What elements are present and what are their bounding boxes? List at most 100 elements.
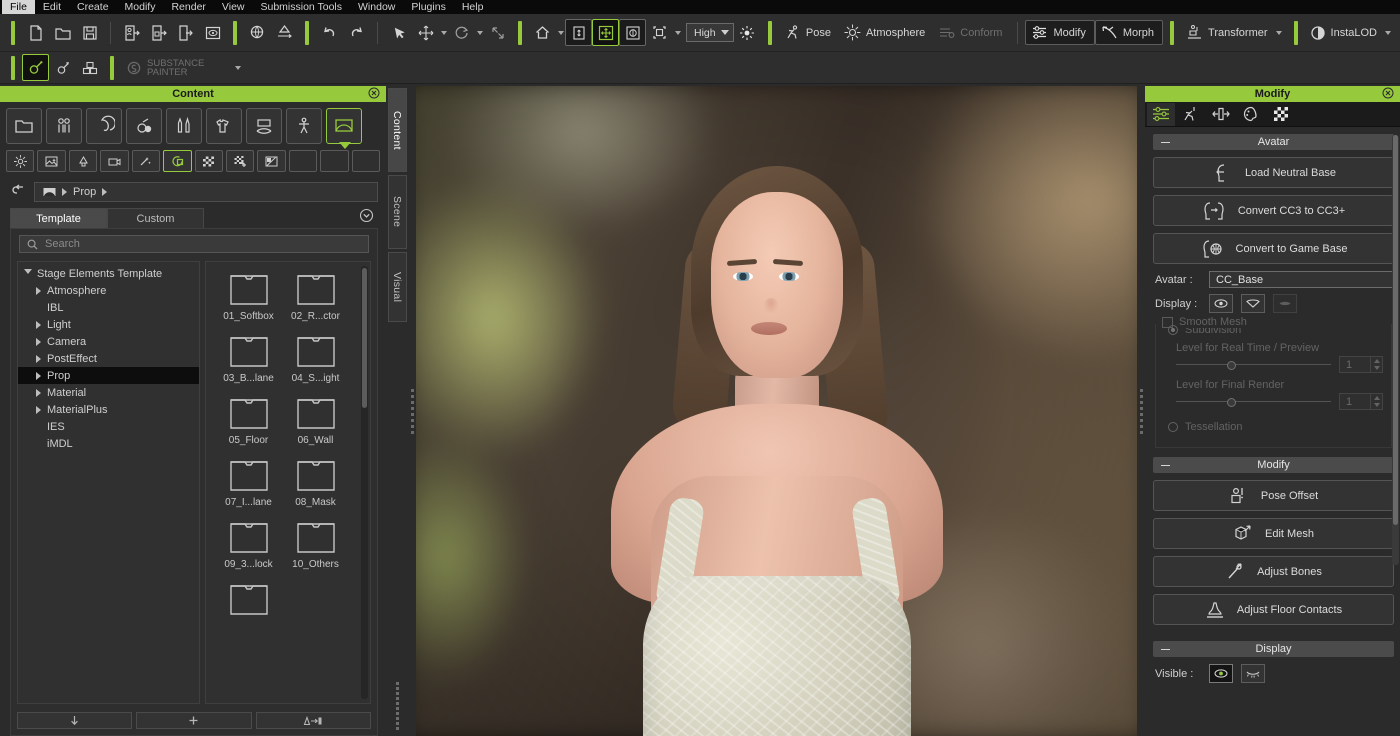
tab-custom[interactable]: Custom: [107, 208, 204, 228]
chevron-down-icon[interactable]: [1384, 28, 1392, 38]
move-gizmo-icon[interactable]: [592, 19, 619, 46]
tree-node[interactable]: Atmosphere: [18, 282, 199, 299]
tree-node[interactable]: iMDL: [18, 435, 199, 452]
quality-dropdown[interactable]: High: [686, 23, 734, 42]
viewport-right-splitter[interactable]: [1137, 86, 1145, 736]
menu-item-view[interactable]: View: [214, 0, 253, 14]
realtime-level-spinner[interactable]: 1: [1339, 356, 1383, 373]
close-icon[interactable]: [1382, 87, 1394, 102]
tree-node[interactable]: Stage Elements Template: [18, 265, 199, 282]
menu-item-create[interactable]: Create: [69, 0, 117, 14]
tree-node[interactable]: Light: [18, 316, 199, 333]
new-file-icon[interactable]: [22, 19, 49, 46]
convert-cc3-button[interactable]: Convert CC3 to CC3+: [1153, 195, 1394, 226]
tree-node[interactable]: Material: [18, 384, 199, 401]
chevron-right-icon[interactable]: [34, 355, 42, 363]
select-arrow-icon[interactable]: [385, 19, 412, 46]
atmosphere-module-button[interactable]: Atmosphere: [839, 21, 933, 44]
3d-viewport[interactable]: [408, 86, 1145, 736]
dock-tab-content[interactable]: Content: [388, 88, 407, 172]
subcat-material[interactable]: [195, 150, 223, 172]
category-folder[interactable]: [6, 108, 42, 144]
chevron-down-icon[interactable]: [24, 269, 32, 278]
breadcrumb[interactable]: Prop: [34, 182, 378, 202]
open-folder-icon[interactable]: [49, 19, 76, 46]
import-prop-icon[interactable]: [145, 19, 172, 46]
chevron-right-icon[interactable]: [34, 406, 42, 414]
transformer-module-button[interactable]: Transformer: [1181, 21, 1287, 44]
display-eye-icon[interactable]: [1209, 294, 1233, 313]
adjust-floor-contacts-button[interactable]: Adjust Floor Contacts: [1153, 594, 1394, 625]
load-neutral-base-button[interactable]: Load Neutral Base: [1153, 157, 1394, 188]
menu-item-file[interactable]: File: [2, 0, 35, 14]
save-icon[interactable]: [76, 19, 103, 46]
category-motion[interactable]: [286, 108, 322, 144]
menu-item-window[interactable]: Window: [350, 0, 403, 14]
convert-game-base-button[interactable]: Convert to Game Base: [1153, 233, 1394, 264]
category-cloth[interactable]: [206, 108, 242, 144]
menu-item-render[interactable]: Render: [163, 0, 213, 14]
minus-icon[interactable]: [1161, 142, 1170, 143]
dock-splitter-grip[interactable]: [396, 682, 399, 730]
display-mesh-icon[interactable]: [1241, 294, 1265, 313]
apply-button[interactable]: [17, 712, 132, 729]
grid-item[interactable]: 10_Others: [287, 518, 344, 570]
minus-icon[interactable]: [1161, 649, 1170, 650]
grid-item[interactable]: 07_I...lane: [220, 456, 277, 508]
close-icon[interactable]: [368, 87, 380, 102]
grid-item[interactable]: 04_S...ight: [287, 332, 344, 384]
realtime-level-slider[interactable]: [1176, 359, 1331, 371]
subcat-camera[interactable]: [100, 150, 128, 172]
tree-node[interactable]: MaterialPlus: [18, 401, 199, 418]
subcat-ibl[interactable]: [37, 150, 65, 172]
back-arrow-icon[interactable]: [10, 184, 26, 201]
skin-weight-icon[interactable]: [49, 54, 76, 81]
avatar-section-header[interactable]: Avatar: [1153, 134, 1394, 150]
globe-rotate-icon[interactable]: [244, 19, 271, 46]
modify-panel-scrollbar[interactable]: [1392, 135, 1399, 565]
grid-item[interactable]: 01_Softbox: [220, 270, 277, 322]
subcat-atmosphere[interactable]: [6, 150, 34, 172]
chevron-down-icon[interactable]: [476, 28, 484, 38]
menu-item-modify[interactable]: Modify: [117, 0, 164, 14]
material-tab[interactable]: [1237, 103, 1265, 126]
tab-template[interactable]: Template: [10, 208, 107, 228]
grid-scrollbar[interactable]: [361, 266, 368, 699]
chevron-right-icon[interactable]: [34, 287, 42, 295]
grid-item[interactable]: 09_3...lock: [220, 518, 277, 570]
chevron-right-icon[interactable]: [34, 338, 42, 346]
rotate-icon[interactable]: [448, 19, 475, 46]
chevron-right-icon[interactable]: [34, 372, 42, 380]
subcat-posteffect[interactable]: [132, 150, 160, 172]
pose-offset-button[interactable]: Pose Offset: [1153, 480, 1394, 511]
proportion-tab[interactable]: [1207, 103, 1235, 126]
modify-tab[interactable]: [1147, 103, 1175, 126]
category-avatar[interactable]: [46, 108, 82, 144]
sun-icon[interactable]: [734, 19, 761, 46]
morph-module-button[interactable]: Morph: [1095, 20, 1163, 45]
display-section-header[interactable]: Display: [1153, 641, 1394, 657]
chevron-circle-icon[interactable]: [359, 208, 374, 226]
edit-mesh-active-icon[interactable]: [22, 54, 49, 81]
subcat-light[interactable]: [69, 150, 97, 172]
search-input[interactable]: Search: [19, 235, 369, 253]
pose-tab[interactable]: [1177, 103, 1205, 126]
import-avatar-icon[interactable]: [118, 19, 145, 46]
cubes-icon[interactable]: [76, 54, 103, 81]
dock-tab-scene[interactable]: Scene: [388, 175, 407, 249]
export-icon[interactable]: [172, 19, 199, 46]
viewport-left-splitter[interactable]: [408, 86, 416, 736]
final-level-spinner[interactable]: 1: [1339, 393, 1383, 410]
minus-icon[interactable]: [1161, 465, 1170, 466]
tessellation-radio[interactable]: Tessellation: [1168, 421, 1383, 433]
menu-item-help[interactable]: Help: [454, 0, 492, 14]
grid-item[interactable]: 08_Mask: [287, 456, 344, 508]
texture-tab[interactable]: [1267, 103, 1295, 126]
chevron-down-icon[interactable]: [440, 28, 448, 38]
menu-item-edit[interactable]: Edit: [35, 0, 69, 14]
modify-module-button[interactable]: Modify: [1025, 20, 1094, 45]
align-center-icon[interactable]: [271, 19, 298, 46]
visible-on-icon[interactable]: [1209, 664, 1233, 683]
category-accessory[interactable]: [246, 108, 282, 144]
subcat-imdl[interactable]: [257, 150, 285, 172]
